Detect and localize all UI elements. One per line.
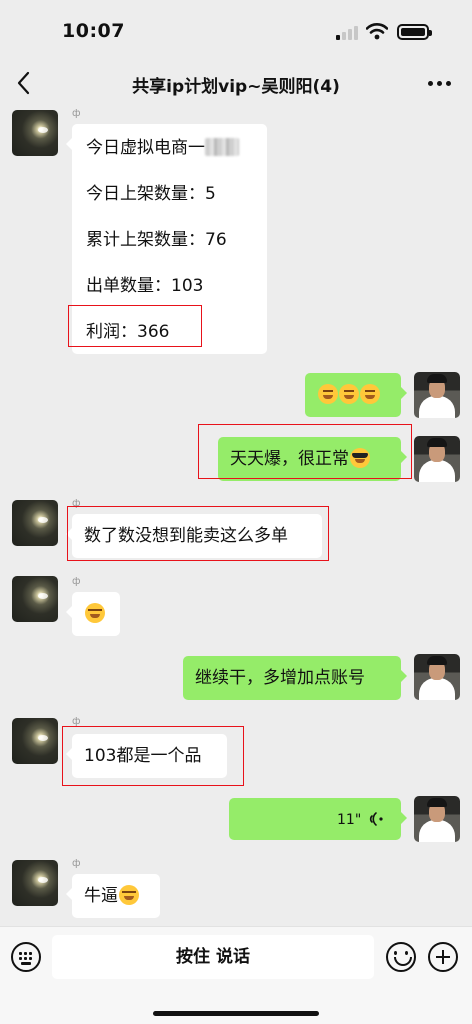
message-bubble-text[interactable]: 继续干，多增加点账号: [183, 656, 407, 700]
cellular-signal-icon: [336, 26, 360, 40]
report-line-today-listed: 今日上架数量：5: [86, 184, 216, 204]
hold-to-talk-button[interactable]: 按住 说话: [52, 935, 374, 979]
chat-header: 共享ip计划vip~吴则阳(4): [0, 60, 472, 106]
thinking-face-icon: [318, 384, 338, 404]
blurred-text: [205, 138, 239, 156]
message-bubble-emoji[interactable]: [305, 373, 407, 417]
message-text: 天天爆，很正常: [230, 449, 349, 469]
sender-avatar[interactable]: [12, 576, 58, 622]
self-avatar[interactable]: [414, 796, 460, 842]
self-avatar[interactable]: [414, 654, 460, 700]
message-bubble-emoji[interactable]: [66, 592, 120, 636]
sender-tag: ф: [72, 108, 81, 119]
status-bar: 10:07: [0, 0, 472, 60]
battery-icon: [397, 24, 432, 40]
sender-avatar[interactable]: [12, 860, 58, 906]
input-bar: 按住 说话: [0, 926, 472, 1024]
more-options-icon[interactable]: [426, 72, 454, 94]
sender-tag: ф: [72, 858, 81, 869]
report-line-orders: 出单数量：103: [86, 276, 204, 296]
home-indicator: [153, 1011, 319, 1016]
sender-avatar[interactable]: [12, 500, 58, 546]
chat-message-list[interactable]: ф 今日虚拟电商一 今日上架数量：5 累计上架数量：76 出单数量：103 利润…: [0, 106, 472, 926]
chat-title: 共享ip计划vip~吴则阳(4): [132, 77, 340, 97]
message-text: 牛逼: [84, 886, 118, 906]
message-text: 103都是一个品: [84, 746, 202, 766]
message-bubble-text[interactable]: 天天爆，很正常: [218, 437, 407, 481]
tears-of-joy-face-icon: [119, 885, 139, 905]
message-bubble-report[interactable]: 今日虚拟电商一 今日上架数量：5 累计上架数量：76 出单数量：103 利润：3…: [66, 124, 267, 354]
voice-message-bubble[interactable]: 11": [229, 798, 407, 840]
message-bubble-text[interactable]: 103都是一个品: [66, 734, 227, 778]
self-avatar[interactable]: [414, 372, 460, 418]
report-line-title: 今日虚拟电商一: [86, 138, 205, 158]
message-bubble-text[interactable]: 牛逼: [66, 874, 160, 918]
emoji-icon[interactable]: [386, 942, 416, 972]
sender-tag: ф: [72, 716, 81, 727]
message-text: 继续干，多增加点账号: [195, 668, 365, 688]
sender-avatar[interactable]: [12, 718, 58, 764]
more-actions-plus-icon[interactable]: [428, 942, 458, 972]
report-line-profit: 利润：366: [86, 322, 170, 342]
voice-duration: 11": [337, 812, 362, 828]
self-avatar[interactable]: [414, 436, 460, 482]
thinking-face-icon: [339, 384, 359, 404]
report-line-total-listed: 累计上架数量：76: [86, 230, 227, 250]
tears-of-joy-face-icon: [85, 603, 105, 623]
sender-avatar[interactable]: [12, 110, 58, 156]
sender-tag: ф: [72, 576, 81, 587]
status-time: 10:07: [62, 20, 125, 42]
sunglasses-face-icon: [350, 448, 370, 468]
sender-tag: ф: [72, 498, 81, 509]
back-chevron-icon[interactable]: [12, 70, 38, 96]
wifi-icon: [366, 23, 388, 40]
thinking-face-icon: [360, 384, 380, 404]
message-bubble-text[interactable]: 数了数没想到能卖这么多单: [66, 514, 322, 558]
voice-wave-icon: [369, 812, 383, 826]
message-text: 数了数没想到能卖这么多单: [84, 526, 288, 546]
voice-keyboard-toggle-icon[interactable]: [11, 942, 41, 972]
